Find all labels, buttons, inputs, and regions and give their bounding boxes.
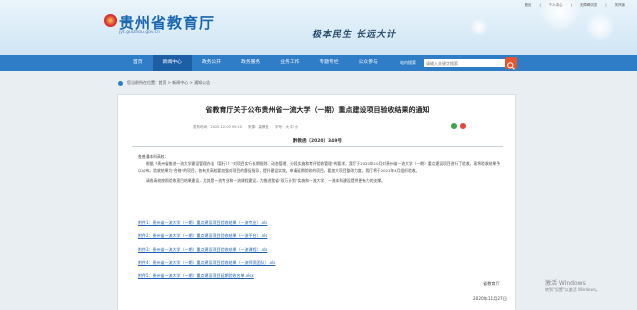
signature: 省教育厅 [483, 281, 500, 286]
attachment-link[interactable]: 附件3：贵州省一流大学（一期）重点建设项目验收结果（一流课程）.xls [138, 243, 275, 256]
font-size-switcher[interactable]: 字号：大 中 小 [275, 125, 298, 130]
attachment-link[interactable]: 附件4：贵州省一流大学（一期）重点建设项目验收结果（一流师资团队）.xls [138, 256, 275, 269]
utility-divider: | [539, 3, 541, 7]
utility-divider: | [605, 3, 607, 7]
windows-activation-watermark: 激活 Windows 转到"设置"以激活 Windows。 [545, 278, 600, 293]
body-paragraph: 请各高校按照验收项目结果建设，尤其是一流专业和一流课程建设，为推进我省"双万计划… [146, 178, 385, 183]
nav-item-news[interactable]: 新闻中心 [152, 55, 192, 71]
article-panel: 省教育厅关于公布贵州省一流大学（一期）重点建设项目验收结果的通知 发布时间：20… [117, 94, 516, 310]
nav-item-home[interactable]: 首页 [123, 55, 153, 71]
search-label: 站内搜索 [400, 60, 416, 65]
utility-user-center-link[interactable]: 个人中心 [549, 3, 563, 8]
site-url: jyt.guizhou.gov.cn [119, 30, 160, 35]
nav-item-gov-service[interactable]: 政务服务 [231, 55, 270, 71]
weibo-share-icon[interactable] [460, 123, 466, 129]
utility-care-mode-link[interactable]: 关怀版 [615, 3, 626, 8]
article-body: 各普通本科高校： 根据《贵州省推进一流大学建设管理办法（暂行）》"对项目实行长期… [138, 153, 500, 184]
utility-bar: 首页 | 个人中心 | 无障碍浏览 | 关怀版 [524, 0, 625, 10]
search-icon [507, 62, 515, 70]
search-button[interactable] [505, 57, 517, 70]
wechat-share-icon[interactable] [451, 123, 457, 129]
publish-date: 发布时间：2020-12-03 09:10 [193, 125, 243, 129]
breadcrumb-path[interactable]: 首页 > 新闻中心 > 通知公告 [158, 80, 210, 86]
nav-item-topics[interactable]: 专题专栏 [309, 55, 348, 71]
dandelion-decoration [585, 12, 615, 42]
main-nav: 首页 新闻中心 政务公开 政务服务 业务工作 专题专栏 公众参与 站内搜索 [0, 55, 637, 71]
watermark-title: 激活 Windows [545, 280, 586, 287]
document-number: 黔教函〔2020〕349号 [293, 139, 342, 144]
attachment-list: 附件1：贵州省一流大学（一期）重点建设项目验收结果（一流专业）.xls 附件2：… [138, 216, 275, 282]
salutation: 各普通本科高校： [138, 154, 169, 159]
breadcrumb-prefix: 您当前所在位置: [127, 80, 157, 85]
nav-item-business[interactable]: 业务工作 [270, 55, 309, 71]
article-title: 省教育厅关于公布贵州省一流大学（一期）重点建设项目验收结果的通知 [205, 106, 430, 114]
slogan: 极本民生 长远大计 [312, 30, 397, 40]
nav-item-gov-info[interactable]: 政务公开 [192, 55, 231, 71]
breadcrumb: 您当前所在位置: 首页 > 新闻中心 > 通知公告 [118, 80, 210, 86]
attachment-link[interactable]: 附件5：贵州省一流大学（一期）重点建设项目延期验收名单.xlsx [138, 269, 275, 282]
emblem-icon [104, 14, 117, 27]
attachment-link[interactable]: 附件1：贵州省一流大学（一期）重点建设项目验收结果（一流专业）.xls [138, 216, 275, 229]
utility-home-link[interactable]: 首页 [524, 3, 531, 8]
dandelion-decoration [470, 18, 488, 36]
article-meta: 发布时间：2020-12-03 09:10 来源：高教处 字号：大 中 小 [193, 125, 298, 130]
watermark-subtitle: 转到"设置"以激活 Windows。 [545, 287, 600, 292]
utility-accessibility-link[interactable]: 无障碍浏览 [580, 3, 598, 8]
attachment-link[interactable]: 附件2：贵州省一流大学（一期）重点建设项目验收结果（一流平台）.xls [138, 229, 275, 242]
divider [132, 146, 503, 147]
share-bar [451, 123, 466, 129]
body-paragraph: 根据《贵州省推进一流大学建设管理办法（暂行）》"对项目实行长期规划、动态管理、分… [138, 161, 501, 173]
utility-divider: | [570, 3, 572, 7]
location-icon [118, 80, 123, 86]
search-input[interactable] [424, 59, 506, 67]
article-source: 来源：高教处 [248, 125, 270, 129]
nav-item-public[interactable]: 公众参与 [349, 55, 388, 71]
sign-date: 2020年11月27日 [473, 296, 507, 301]
